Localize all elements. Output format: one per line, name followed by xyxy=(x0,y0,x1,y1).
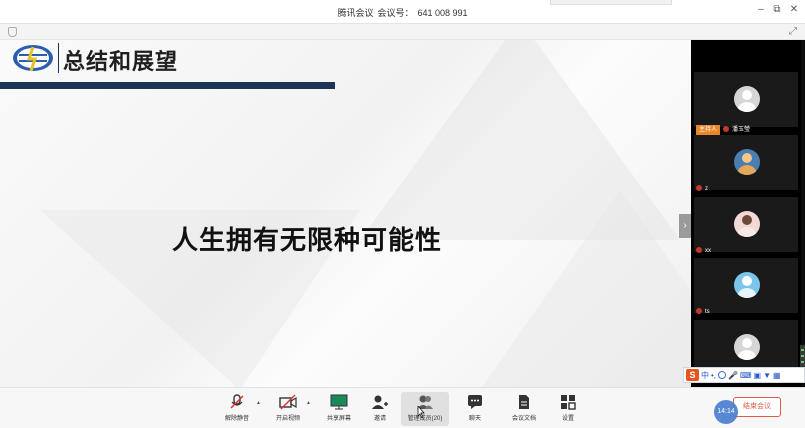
slide-main-text: 人生拥有无限种可能性 xyxy=(172,225,443,255)
window-titlebar: 腾讯会议 会议号： 641 008 991 – ⧉ ✕ xyxy=(0,0,805,24)
participant-name: xx xyxy=(705,248,711,254)
sogou-icon[interactable]: S xyxy=(686,369,699,381)
participant-label: z xyxy=(696,184,708,194)
toolbox-icon[interactable]: ▦ xyxy=(773,371,781,380)
video-label: 开启视频 xyxy=(275,416,300,422)
app-name: 腾讯会议 xyxy=(337,8,374,18)
slide-title: 总结和展望 xyxy=(63,49,179,74)
participant-tile[interactable] xyxy=(694,258,798,313)
invite-button[interactable]: 邀请 xyxy=(358,392,402,426)
settings-grid-icon xyxy=(561,395,576,410)
participant-tile[interactable] xyxy=(694,72,798,127)
meeting-timer: 14:14 xyxy=(714,400,738,424)
meeting-id-label: 会议号： xyxy=(377,8,414,18)
shared-screen: 总结和展望 人生拥有无限种可能性 xyxy=(0,40,691,387)
participant-name: 潘玉瑩 xyxy=(732,127,751,133)
avatar xyxy=(734,272,760,298)
emoji-icon[interactable] xyxy=(718,371,727,379)
muted-mic-icon xyxy=(696,185,702,192)
invite-label: 邀请 xyxy=(373,416,386,422)
collapse-panel-button[interactable]: › xyxy=(679,214,691,238)
muted-mic-icon xyxy=(696,247,702,254)
close-icon[interactable]: ✕ xyxy=(786,4,802,15)
share-screen-button[interactable]: 共享屏幕 xyxy=(317,392,361,426)
school-logo-icon xyxy=(13,45,53,72)
host-badge: 主持人 xyxy=(696,125,721,135)
add-user-icon xyxy=(372,395,388,409)
ime-mode[interactable]: 中 xyxy=(701,370,709,381)
window-title: 腾讯会议 会议号： 641 008 991 xyxy=(0,6,805,19)
title-underline xyxy=(0,82,335,89)
manage-members-button[interactable]: 管理成员(20) xyxy=(401,392,449,426)
settings-label: 设置 xyxy=(561,416,574,422)
meeting-info-dropdown[interactable] xyxy=(550,0,672,5)
chevron-up-icon[interactable]: ▲ xyxy=(256,400,261,406)
monitor-icon xyxy=(330,394,348,410)
ime-toolbar: S 中 •, 🎤 ⌨ ▣ ▼ ▦ xyxy=(683,367,805,383)
muted-mic-icon xyxy=(230,394,244,409)
video-off-icon xyxy=(279,394,297,410)
keyboard-icon[interactable]: ⌨ xyxy=(740,371,752,380)
settings-button[interactable]: 设置 xyxy=(546,392,590,426)
chat-icon xyxy=(468,395,482,409)
share-label: 共享屏幕 xyxy=(326,416,351,422)
chat-button[interactable]: 聊天 xyxy=(453,392,497,426)
mouse-cursor-icon xyxy=(417,406,425,418)
participant-label: 主持人 潘玉瑩 xyxy=(696,125,750,135)
chevron-up-icon[interactable]: ▲ xyxy=(306,400,311,406)
meeting-docs-button[interactable]: 会议文档 xyxy=(502,392,546,426)
meeting-id: 641 008 991 xyxy=(417,8,468,18)
avatar xyxy=(734,211,760,237)
shirt-icon[interactable]: ▼ xyxy=(763,371,771,380)
participant-name: ts xyxy=(705,309,710,315)
participant-tile[interactable] xyxy=(694,135,798,190)
skin-icon[interactable]: ▣ xyxy=(754,371,762,380)
unmute-label: 解除静音 xyxy=(224,416,249,422)
avatar xyxy=(734,149,760,175)
share-toolbar: ⤢ xyxy=(0,24,805,40)
participant-name: z xyxy=(705,186,708,192)
side-indicator xyxy=(800,345,805,367)
voice-icon[interactable]: 🎤 xyxy=(728,371,738,380)
minimize-icon[interactable]: – xyxy=(753,4,769,15)
fullscreen-icon[interactable]: ⤢ xyxy=(789,26,797,37)
muted-mic-icon xyxy=(723,126,730,133)
document-icon xyxy=(519,395,529,409)
restore-icon[interactable]: ⧉ xyxy=(769,4,785,15)
punctuation-icon[interactable]: •, xyxy=(711,371,716,380)
title-divider xyxy=(58,43,59,73)
participant-label: ts xyxy=(696,307,710,317)
shield-icon[interactable] xyxy=(8,27,17,37)
participant-panel: 主持人 潘玉瑩 z xx ts xyxy=(691,40,805,387)
participant-label: xx xyxy=(696,246,711,256)
unmute-button[interactable]: 解除静音 xyxy=(215,392,259,426)
meeting-toolbar: 解除静音 ▲ 开启视频 ▲ 共享屏幕 邀请 管理成员(20) 聊天 会议文档 设… xyxy=(0,387,805,428)
chat-label: 聊天 xyxy=(468,416,481,422)
members-label: 管理成员(20) xyxy=(407,416,443,422)
participant-tile[interactable] xyxy=(694,197,798,252)
avatar xyxy=(734,86,760,112)
docs-label: 会议文档 xyxy=(511,416,536,422)
start-video-button[interactable]: 开启视频 xyxy=(266,392,310,426)
muted-mic-icon xyxy=(696,308,702,315)
avatar xyxy=(734,334,760,360)
end-meeting-button[interactable]: 结束会议 xyxy=(733,397,781,417)
